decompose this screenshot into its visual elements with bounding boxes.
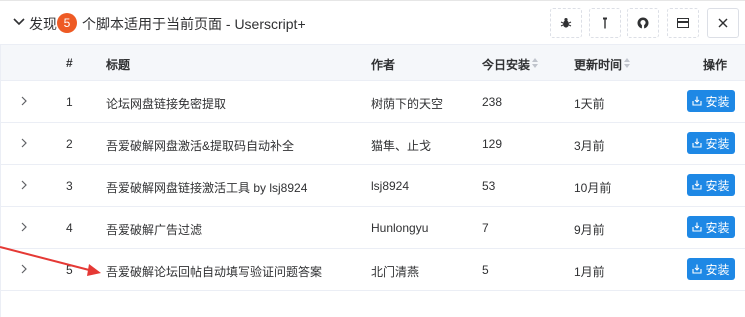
updated-time: 1天前 <box>574 97 605 111</box>
chevron-right-icon[interactable] <box>19 180 29 190</box>
today-installs: 129 <box>482 137 503 151</box>
bug-icon <box>560 18 572 28</box>
script-count-badge: 5 <box>57 13 77 33</box>
chevron-right-icon[interactable] <box>19 222 29 232</box>
column-action: 操作 <box>703 58 728 72</box>
chevron-right-icon[interactable] <box>19 96 29 106</box>
updated-time: 3月前 <box>574 139 605 153</box>
today-installs: 5 <box>482 263 489 277</box>
row-index: 5 <box>66 263 73 277</box>
column-author: 作者 <box>371 58 396 72</box>
sort-icon[interactable] <box>623 57 631 69</box>
download-icon <box>692 96 703 106</box>
column-title: 标题 <box>106 58 131 72</box>
updated-time: 1月前 <box>574 265 605 279</box>
script-author[interactable]: 树荫下的天空 <box>371 95 443 112</box>
install-button[interactable]: 安装 <box>687 258 735 280</box>
download-icon <box>692 264 703 274</box>
table-row: 3 吾爱破解网盘链接激活工具 by lsj8924 lsj8924 53 10月… <box>1 165 745 207</box>
chevron-right-icon[interactable] <box>19 138 29 148</box>
install-button[interactable]: 安装 <box>687 216 735 238</box>
install-label: 安装 <box>705 136 730 151</box>
close-icon <box>718 18 728 28</box>
table-row: 1 论坛网盘链接免密提取 树荫下的天空 238 1天前 安装 <box>1 81 745 123</box>
script-title[interactable]: 吾爱破解网盘激活&提取码自动补全 <box>106 137 294 154</box>
table-row: 2 吾爱破解网盘激活&提取码自动补全 猫隼、止戈 129 3月前 安装 <box>1 123 745 165</box>
column-index: # <box>66 56 73 70</box>
today-installs: 238 <box>482 95 503 109</box>
updated-time: 9月前 <box>574 223 605 237</box>
today-installs: 53 <box>482 179 496 193</box>
script-title[interactable]: 吾爱破解广告过滤 <box>106 221 202 238</box>
bug-report-button[interactable] <box>550 8 582 38</box>
script-title[interactable]: 吾爱破解网盘链接激活工具 by lsj8924 <box>106 179 307 196</box>
window-icon <box>677 18 689 28</box>
install-label: 安装 <box>705 178 730 193</box>
column-updated[interactable]: 更新时间 <box>574 56 622 73</box>
updated-time: 10月前 <box>574 181 612 195</box>
github-icon <box>637 17 649 29</box>
script-author[interactable]: Hunlongyu <box>371 221 428 235</box>
pin-button[interactable] <box>589 8 621 38</box>
install-button[interactable]: 安装 <box>687 132 735 154</box>
row-index: 2 <box>66 137 73 151</box>
row-index: 3 <box>66 179 73 193</box>
install-label: 安装 <box>705 94 730 109</box>
chevron-right-icon[interactable] <box>19 264 29 274</box>
close-button[interactable] <box>707 8 739 38</box>
script-table: # 标题 作者 今日安装 更新时间 操作 1 论坛网盘链接免密提取 树荫下的天空… <box>0 45 745 317</box>
row-index: 1 <box>66 95 73 109</box>
window-mode-button[interactable] <box>667 8 699 38</box>
script-author[interactable]: 猫隼、止戈 <box>371 137 431 154</box>
install-button[interactable]: 安装 <box>687 90 735 112</box>
row-index: 4 <box>66 221 73 235</box>
script-title[interactable]: 吾爱破解论坛回帖自动填写验证问题答案 <box>106 263 322 280</box>
table-row: 5 吾爱破解论坛回帖自动填写验证问题答案 北门清燕 5 1月前 安装 <box>1 249 745 291</box>
download-icon <box>692 138 703 148</box>
today-installs: 7 <box>482 221 489 235</box>
script-author[interactable]: 北门清燕 <box>371 263 419 280</box>
download-icon <box>692 180 703 190</box>
table-row: 4 吾爱破解广告过滤 Hunlongyu 7 9月前 安装 <box>1 207 745 249</box>
userscript-panel: 发现 5 个脚本适用于当前页面 - Userscript+ # 标题 作者 今日… <box>0 0 745 317</box>
chevron-down-icon[interactable] <box>12 15 26 29</box>
script-author[interactable]: lsj8924 <box>371 179 409 193</box>
header-title-prefix: 发现 <box>29 16 57 32</box>
column-today-installs[interactable]: 今日安装 <box>482 56 530 73</box>
download-icon <box>692 222 703 232</box>
script-title[interactable]: 论坛网盘链接免密提取 <box>106 95 226 112</box>
install-button[interactable]: 安装 <box>687 174 735 196</box>
install-label: 安装 <box>705 220 730 235</box>
panel-header: 发现 5 个脚本适用于当前页面 - Userscript+ <box>0 1 745 45</box>
header-title-suffix: 个脚本适用于当前页面 - Userscript+ <box>82 16 306 32</box>
github-button[interactable] <box>627 8 659 38</box>
pin-icon <box>603 17 607 29</box>
install-label: 安装 <box>705 262 730 277</box>
sort-icon[interactable] <box>531 57 539 69</box>
table-header: # 标题 作者 今日安装 更新时间 操作 <box>1 45 745 81</box>
